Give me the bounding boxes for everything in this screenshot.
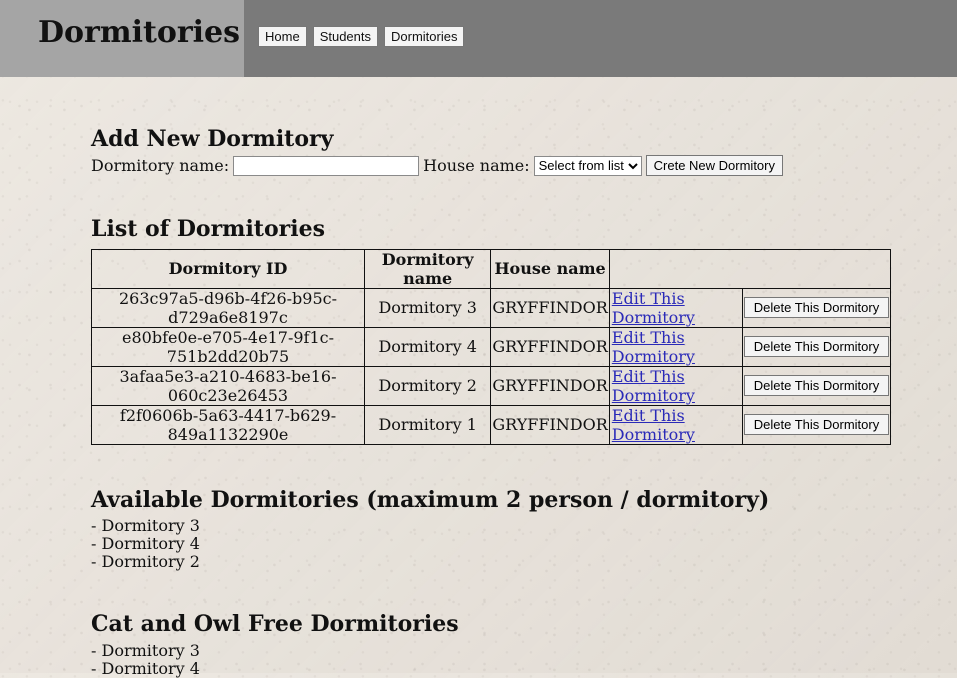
delete-cell: Delete This Dormitory (741, 404, 892, 445)
cat-owl-free-title: Cat and Owl Free Dormitories (91, 611, 459, 638)
dormitory-name-cell: Dormitory 1 (363, 404, 492, 445)
house-name-label: House name: (423, 155, 530, 175)
table-row: f2f0606b-5a63-4417-b629-849a1132290e Dor… (91, 404, 892, 445)
create-dormitory-button[interactable]: Crete New Dormitory (645, 155, 783, 177)
available-dormitories-section: Available Dormitories (maximum 2 person … (91, 487, 891, 571)
nav-students-button[interactable]: Students (312, 26, 379, 47)
house-name-cell: GRYFFINDOR (490, 365, 610, 406)
nav-dormitories-button[interactable]: Dormitories (384, 26, 465, 47)
dormitory-name-label: Dormitory name: (91, 155, 230, 175)
list-item: - Dormitory 4 (91, 658, 200, 678)
add-dormitory-title: Add New Dormitory (91, 126, 334, 152)
delete-dormitory-button[interactable]: Delete This Dormitory (743, 414, 889, 436)
delete-cell: Delete This Dormitory (741, 287, 892, 328)
delete-dormitory-button[interactable]: Delete This Dormitory (743, 336, 889, 358)
page-title: Dormitories (38, 15, 241, 50)
table-row: 3afaa5e3-a210-4683-be16-060c23e26453 Dor… (91, 365, 892, 406)
table-row: e80bfe0e-e705-4e17-9f1c-751b2dd20b75 Dor… (91, 326, 892, 367)
house-name-cell: GRYFFINDOR (490, 404, 610, 445)
edit-dormitory-link[interactable]: Edit This Dormitory (612, 328, 695, 366)
delete-dormitory-button[interactable]: Delete This Dormitory (743, 375, 889, 397)
house-name-cell: GRYFFINDOR (490, 287, 610, 328)
dormitory-id-cell: 263c97a5-d96b-4f26-b95c-d729a6e8197c (91, 287, 365, 328)
edit-cell: Edit This Dormitory (608, 287, 743, 328)
house-name-cell: GRYFFINDOR (490, 326, 610, 367)
house-select[interactable]: Select from list (533, 155, 642, 176)
delete-dormitory-button[interactable]: Delete This Dormitory (743, 297, 889, 319)
header-house-name: House name (490, 248, 610, 289)
header-actions (608, 248, 892, 289)
edit-cell: Edit This Dormitory (608, 365, 743, 406)
dormitory-name-cell: Dormitory 3 (363, 287, 492, 328)
top-navigation: Home Students Dormitories (258, 26, 465, 47)
nav-home-button[interactable]: Home (258, 26, 307, 47)
cat-owl-free-list: - Dormitory 3 - Dormitory 4 (91, 640, 891, 678)
list-item: - Dormitory 3 (91, 640, 200, 660)
dormitory-list-title: List of Dormitories (91, 216, 325, 243)
cat-owl-free-section: Cat and Owl Free Dormitories - Dormitory… (91, 611, 891, 677)
edit-cell: Edit This Dormitory (608, 404, 743, 445)
edit-dormitory-link[interactable]: Edit This Dormitory (612, 289, 695, 327)
edit-dormitory-link[interactable]: Edit This Dormitory (612, 406, 695, 444)
header-dormitory-name: Dormitory name (363, 248, 492, 289)
delete-cell: Delete This Dormitory (741, 365, 892, 406)
header-dormitory-id: Dormitory ID (91, 248, 365, 289)
edit-cell: Edit This Dormitory (608, 326, 743, 367)
dormitory-name-cell: Dormitory 2 (363, 365, 492, 406)
dormitory-id-cell: 3afaa5e3-a210-4683-be16-060c23e26453 (91, 365, 365, 406)
add-dormitory-section: Add New Dormitory Dormitory name: House … (91, 126, 891, 177)
main-content: Add New Dormitory Dormitory name: House … (91, 126, 892, 678)
dormitory-id-cell: f2f0606b-5a63-4417-b629-849a1132290e (91, 404, 365, 445)
dormitory-id-cell: e80bfe0e-e705-4e17-9f1c-751b2dd20b75 (91, 326, 365, 367)
list-item: - Dormitory 4 (91, 534, 200, 554)
dormitory-name-input[interactable] (233, 155, 420, 176)
list-item: - Dormitory 2 (91, 552, 200, 572)
edit-dormitory-link[interactable]: Edit This Dormitory (612, 367, 695, 405)
table-header-row: Dormitory ID Dormitory name House name (91, 248, 892, 289)
dormitory-table: Dormitory ID Dormitory name House name 2… (91, 248, 892, 445)
available-dormitories-list: - Dormitory 3 - Dormitory 4 - Dormitory … (91, 517, 891, 571)
top-bar: Dormitories Home Students Dormitories (0, 0, 957, 77)
list-item: - Dormitory 3 (91, 516, 200, 536)
dormitory-list-section: List of Dormitories Dormitory ID Dormito… (91, 216, 892, 445)
available-dormitories-title: Available Dormitories (maximum 2 person … (91, 486, 770, 513)
delete-cell: Delete This Dormitory (741, 326, 892, 367)
brand-box: Dormitories (0, 0, 244, 77)
table-row: 263c97a5-d96b-4f26-b95c-d729a6e8197c Dor… (91, 287, 892, 328)
dormitory-name-cell: Dormitory 4 (363, 326, 492, 367)
add-dormitory-form: Dormitory name: House name: Select from … (91, 155, 891, 177)
